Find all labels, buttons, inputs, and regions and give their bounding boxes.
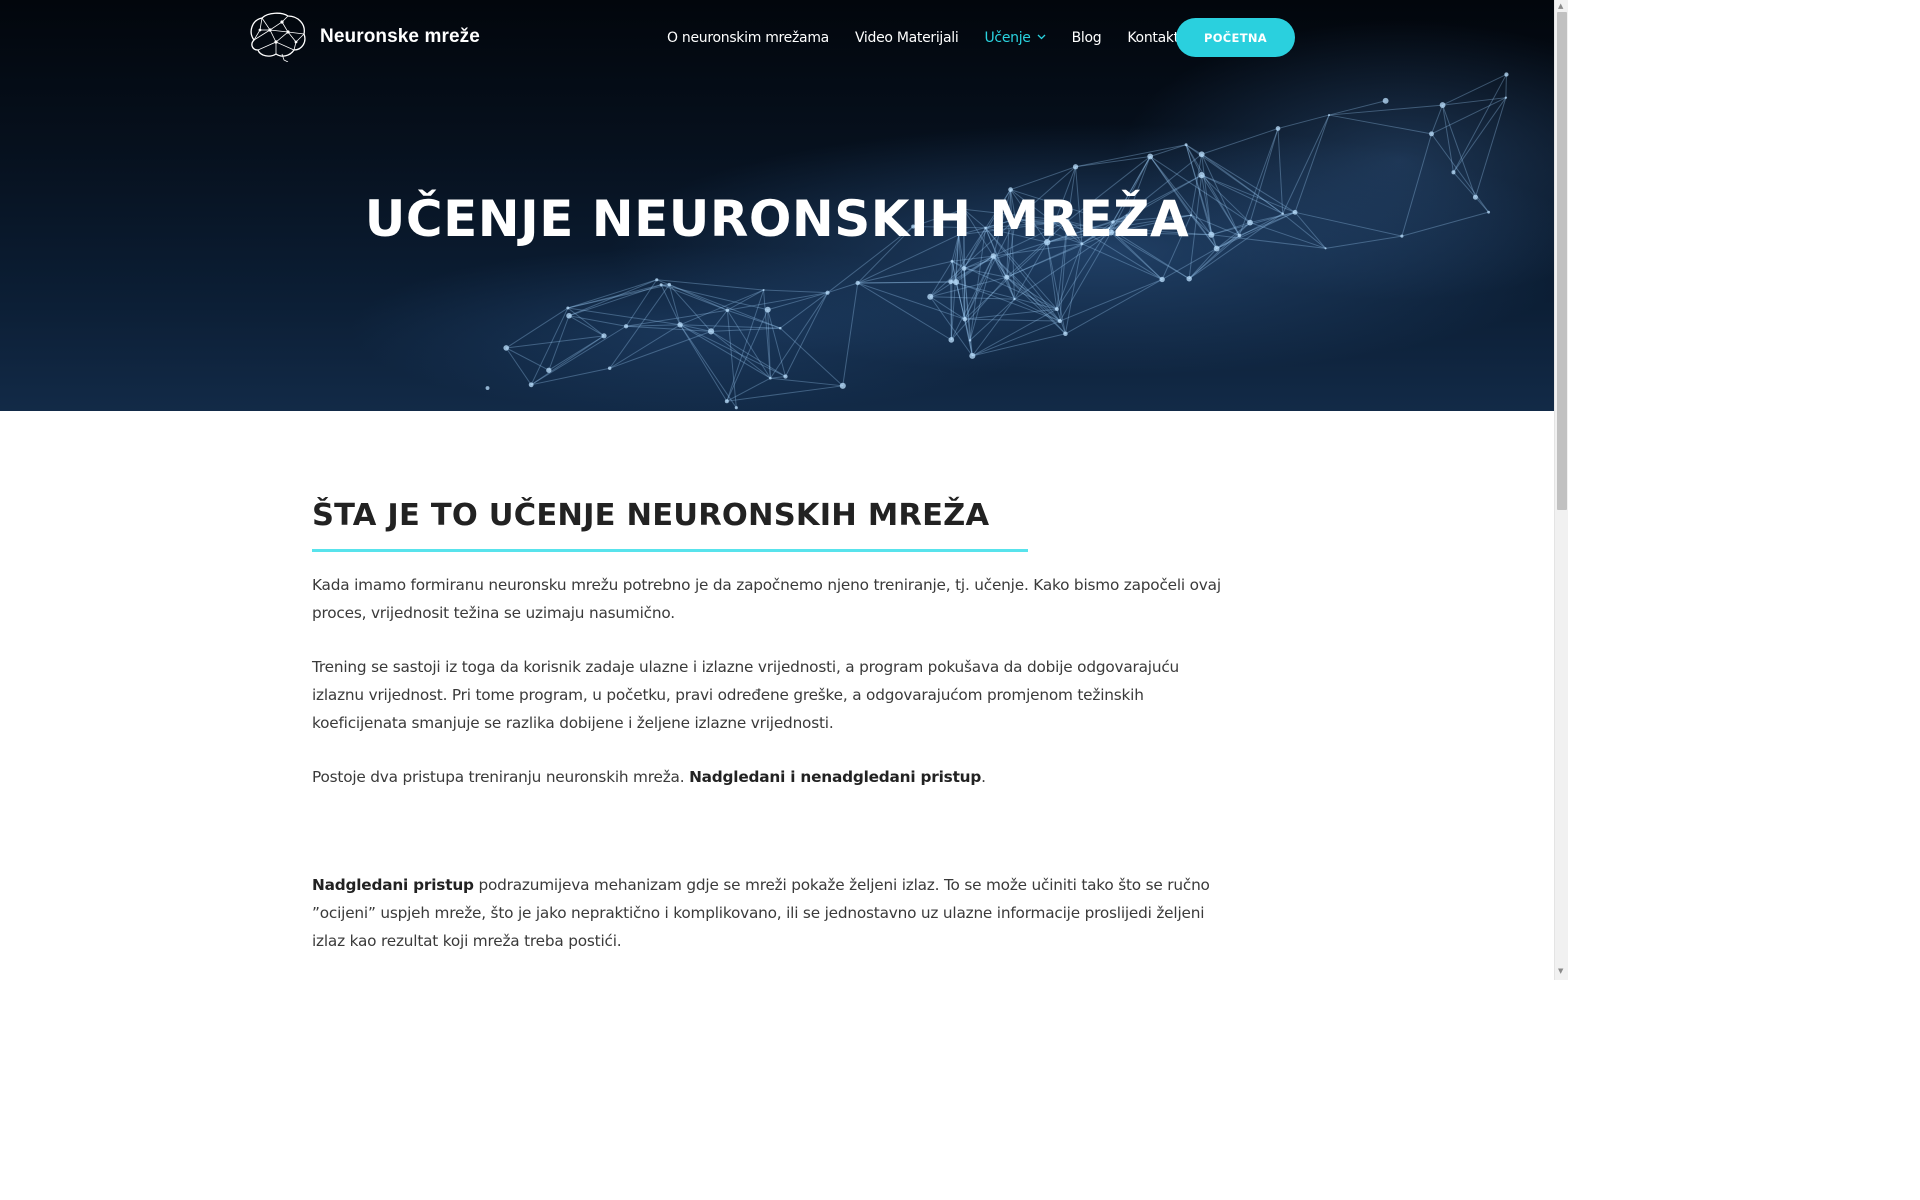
pocetna-button[interactable]: POČETNA [1176, 18, 1295, 57]
page-scrollbar[interactable]: ▲ ▼ [1554, 0, 1568, 980]
nav-item-label: O neuronskim mrežama [667, 29, 829, 46]
main-content: ŠTA JE TO UČENJE NEURONSKIH MREŽA Kada i… [312, 492, 1232, 955]
title-underline [312, 549, 1028, 552]
hero-banner: Neuronske mreže O neuronskim mrežama Vid… [0, 0, 1554, 411]
hero-title: UČENJE NEURONSKIH MREŽA [364, 190, 1190, 248]
nav-item-ucenje[interactable]: Učenje [984, 29, 1046, 46]
scroll-up-arrow-icon[interactable]: ▲ [1558, 2, 1563, 10]
nav-item-label: Kontakt [1127, 29, 1179, 46]
main-nav: O neuronskim mrežama Video Materijali Uč… [667, 18, 1205, 57]
section-title: ŠTA JE TO UČENJE NEURONSKIH MREŽA [312, 498, 990, 533]
paragraph-approaches: Postoje dva pristupa treniranju neuronsk… [312, 763, 1232, 791]
paragraph-supervised: Nadgledani pristup podrazumijeva mehaniz… [312, 871, 1232, 955]
scroll-down-arrow-icon[interactable]: ▼ [1558, 967, 1563, 975]
site-logo[interactable]: Neuronske mreže [246, 12, 480, 62]
brain-network-icon [250, 12, 306, 62]
nav-item-o-neuronskim-mrezama[interactable]: O neuronskim mrežama [667, 30, 829, 46]
site-header: Neuronske mreže O neuronskim mrežama Vid… [0, 0, 1554, 75]
paragraph-bold-text: Nadgledani pristup [312, 876, 474, 894]
site-title: Neuronske mreže [320, 26, 480, 47]
nav-item-blog[interactable]: Blog [1072, 30, 1102, 46]
paragraph-training: Trening se sastoji iz toga da korisnik z… [312, 658, 1180, 732]
nav-item-video-materijali[interactable]: Video Materijali [855, 30, 959, 46]
paragraph-text: Postoje dva pristupa treniranju neuronsk… [312, 768, 690, 786]
paragraph-end: . [981, 768, 986, 786]
nav-item-kontakt[interactable]: Kontakt [1127, 30, 1179, 46]
chevron-down-icon [1037, 34, 1046, 39]
nav-item-label: Učenje [984, 29, 1031, 46]
scrollbar-thumb[interactable] [1557, 12, 1567, 510]
paragraph-intro: Kada imamo formiranu neuronsku mrežu pot… [312, 576, 1221, 622]
paragraph-bold-text: Nadgledani i nenadgledani pristup [689, 768, 982, 786]
nav-item-label: Video Materijali [854, 29, 959, 46]
nav-item-label: Blog [1071, 29, 1102, 46]
